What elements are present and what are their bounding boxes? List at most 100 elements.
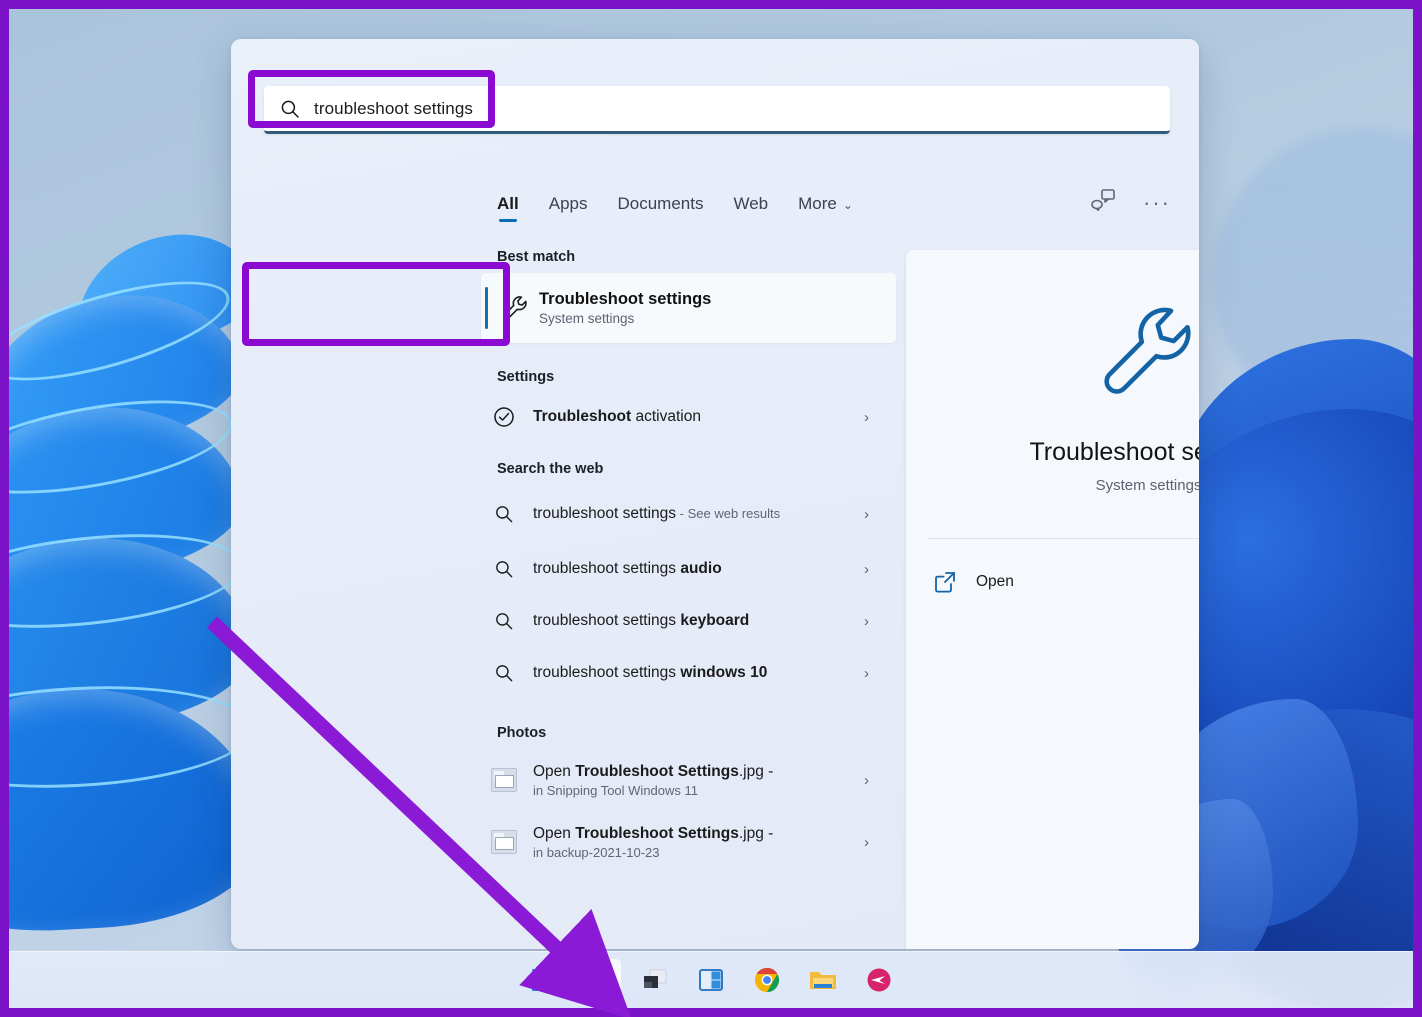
- open-button[interactable]: Open: [928, 563, 1199, 601]
- photo-result-extension: .jpg -: [738, 763, 774, 781]
- preview-subtitle: System settings: [1095, 477, 1199, 494]
- chevron-right-icon[interactable]: ›: [864, 834, 869, 851]
- tab-more-label: More: [798, 194, 837, 213]
- mail-app-button[interactable]: [857, 959, 901, 1001]
- settings-result-prefix: Troubleshoot: [533, 407, 632, 425]
- settings-result-label: Troubleshoot activation: [533, 407, 701, 428]
- widgets-button[interactable]: [689, 959, 733, 1001]
- best-match-title: Troubleshoot settings: [539, 290, 712, 308]
- photo-result-prefix: Open: [533, 825, 576, 843]
- photo-result-filename: Open Troubleshoot Settings.jpg -: [533, 825, 773, 842]
- photo-result-match: Troubleshoot Settings: [575, 825, 739, 843]
- photo-result-filename: Open Troubleshoot Settings.jpg -: [533, 763, 773, 780]
- wallpaper-petal-rim: [9, 520, 248, 642]
- taskbar: [9, 951, 1413, 1008]
- photo-thumbnail-icon: [489, 830, 519, 854]
- search-icon: [489, 559, 519, 579]
- search-icon: [489, 663, 519, 683]
- photo-result-match: Troubleshoot Settings: [575, 763, 739, 781]
- feedback-icon[interactable]: [1091, 189, 1115, 216]
- wrench-icon: [493, 293, 539, 323]
- photo-thumbnail-icon: [489, 768, 519, 792]
- web-result-keyword: audio: [680, 559, 722, 577]
- chevron-right-icon[interactable]: ›: [864, 665, 869, 682]
- photo-result-prefix: Open: [533, 763, 576, 781]
- tab-apps-label: Apps: [548, 194, 588, 213]
- search-filter-tabs: All Apps Documents Web More ⌄: [497, 194, 853, 222]
- chevron-right-icon[interactable]: ›: [864, 506, 869, 523]
- photo-result-text: Open Troubleshoot Settings.jpg - in back…: [533, 824, 773, 860]
- settings-result-suffix: activation: [631, 407, 701, 425]
- tab-all[interactable]: All: [497, 194, 519, 222]
- tab-more[interactable]: More ⌄: [798, 194, 853, 222]
- web-result-label: troubleshoot settings - See web results: [533, 504, 780, 525]
- search-icon: [489, 504, 519, 524]
- section-header-search-the-web: Search the web: [497, 461, 604, 477]
- section-header-best-match: Best match: [497, 249, 576, 265]
- search-results-column: Best match Troubleshoot settings System …: [231, 249, 921, 873]
- web-result-query: troubleshoot settings: [533, 559, 681, 577]
- wallpaper-petal: [9, 384, 252, 604]
- best-match-subtitle: System settings: [539, 311, 635, 326]
- tab-web[interactable]: Web: [733, 194, 768, 222]
- section-header-settings: Settings: [497, 369, 555, 385]
- tab-web-label: Web: [733, 194, 769, 213]
- settings-result-row[interactable]: Troubleshoot activation ›: [489, 393, 889, 441]
- wallpaper-petal: [1173, 339, 1413, 619]
- check-circle-icon: [489, 406, 519, 428]
- wallpaper-petal: [9, 264, 255, 484]
- search-input-value: troubleshoot settings: [314, 98, 473, 118]
- wallpaper-glow: [1213, 129, 1413, 429]
- more-options-icon[interactable]: ···: [1143, 191, 1171, 213]
- web-result-label: troubleshoot settings windows 10: [533, 663, 767, 684]
- wallpaper-petal-rim: [9, 261, 239, 401]
- web-result-query: troubleshoot settings: [533, 611, 681, 629]
- tab-documents-label: Documents: [617, 194, 704, 213]
- wallpaper-petal: [9, 522, 259, 746]
- search-icon: [281, 100, 299, 118]
- result-preview-panel: Troubleshoot settings System settings Op…: [906, 250, 1199, 949]
- chrome-button[interactable]: [745, 959, 789, 1001]
- file-explorer-button[interactable]: [801, 959, 845, 1001]
- chevron-right-icon[interactable]: ›: [864, 409, 869, 426]
- photo-result-row[interactable]: Open Troubleshoot Settings.jpg - in Snip…: [489, 749, 889, 811]
- web-result-label: troubleshoot settings keyboard: [533, 611, 749, 632]
- search-input-wrapper[interactable]: troubleshoot settings: [264, 86, 1170, 134]
- web-result-row[interactable]: troubleshoot settings windows 10 ›: [489, 647, 889, 699]
- web-result-label: troubleshoot settings audio: [533, 559, 722, 580]
- open-external-icon: [935, 572, 955, 593]
- task-view-button[interactable]: [633, 959, 677, 1001]
- web-result-query: troubleshoot settings: [533, 504, 677, 522]
- chevron-right-icon[interactable]: ›: [864, 613, 869, 630]
- web-result-query: troubleshoot settings: [533, 663, 681, 681]
- photo-result-text: Open Troubleshoot Settings.jpg - in Snip…: [533, 762, 773, 798]
- divider: [928, 538, 1199, 539]
- chevron-down-icon: ⌄: [842, 198, 853, 212]
- web-result-hint: - See web results: [676, 505, 781, 521]
- photo-result-row[interactable]: Open Troubleshoot Settings.jpg - in back…: [489, 811, 889, 873]
- photo-result-extension: .jpg -: [738, 825, 774, 843]
- section-header-photos: Photos: [497, 725, 547, 741]
- wallpaper-petal: [9, 679, 266, 939]
- web-result-row[interactable]: troubleshoot settings keyboard ›: [489, 595, 889, 647]
- wallpaper-petal-rim: [9, 677, 257, 797]
- photo-result-location: in backup-2021-10-23: [533, 844, 660, 860]
- windows-search-panel: troubleshoot settings All Apps Documents…: [231, 39, 1199, 949]
- photo-result-location: in Snipping Tool Windows 11: [533, 782, 699, 798]
- best-match-result[interactable]: Troubleshoot settings System settings: [481, 273, 896, 343]
- search-button[interactable]: [577, 959, 621, 1001]
- open-label: Open: [976, 573, 1014, 590]
- start-button[interactable]: [521, 959, 565, 1001]
- tab-all-label: All: [497, 194, 519, 213]
- web-result-keyword: keyboard: [680, 611, 750, 629]
- chevron-right-icon[interactable]: ›: [864, 772, 869, 789]
- tab-documents[interactable]: Documents: [617, 194, 703, 222]
- preview-title: Troubleshoot settings: [1029, 438, 1199, 466]
- tab-apps[interactable]: Apps: [549, 194, 588, 222]
- search-input[interactable]: troubleshoot settings: [264, 86, 1170, 134]
- web-result-row[interactable]: troubleshoot settings audio ›: [489, 543, 889, 595]
- chevron-right-icon[interactable]: ›: [864, 561, 869, 578]
- wallpaper-petal-rim: [9, 382, 239, 512]
- search-icon: [489, 611, 519, 631]
- web-result-row[interactable]: troubleshoot settings - See web results …: [489, 485, 889, 543]
